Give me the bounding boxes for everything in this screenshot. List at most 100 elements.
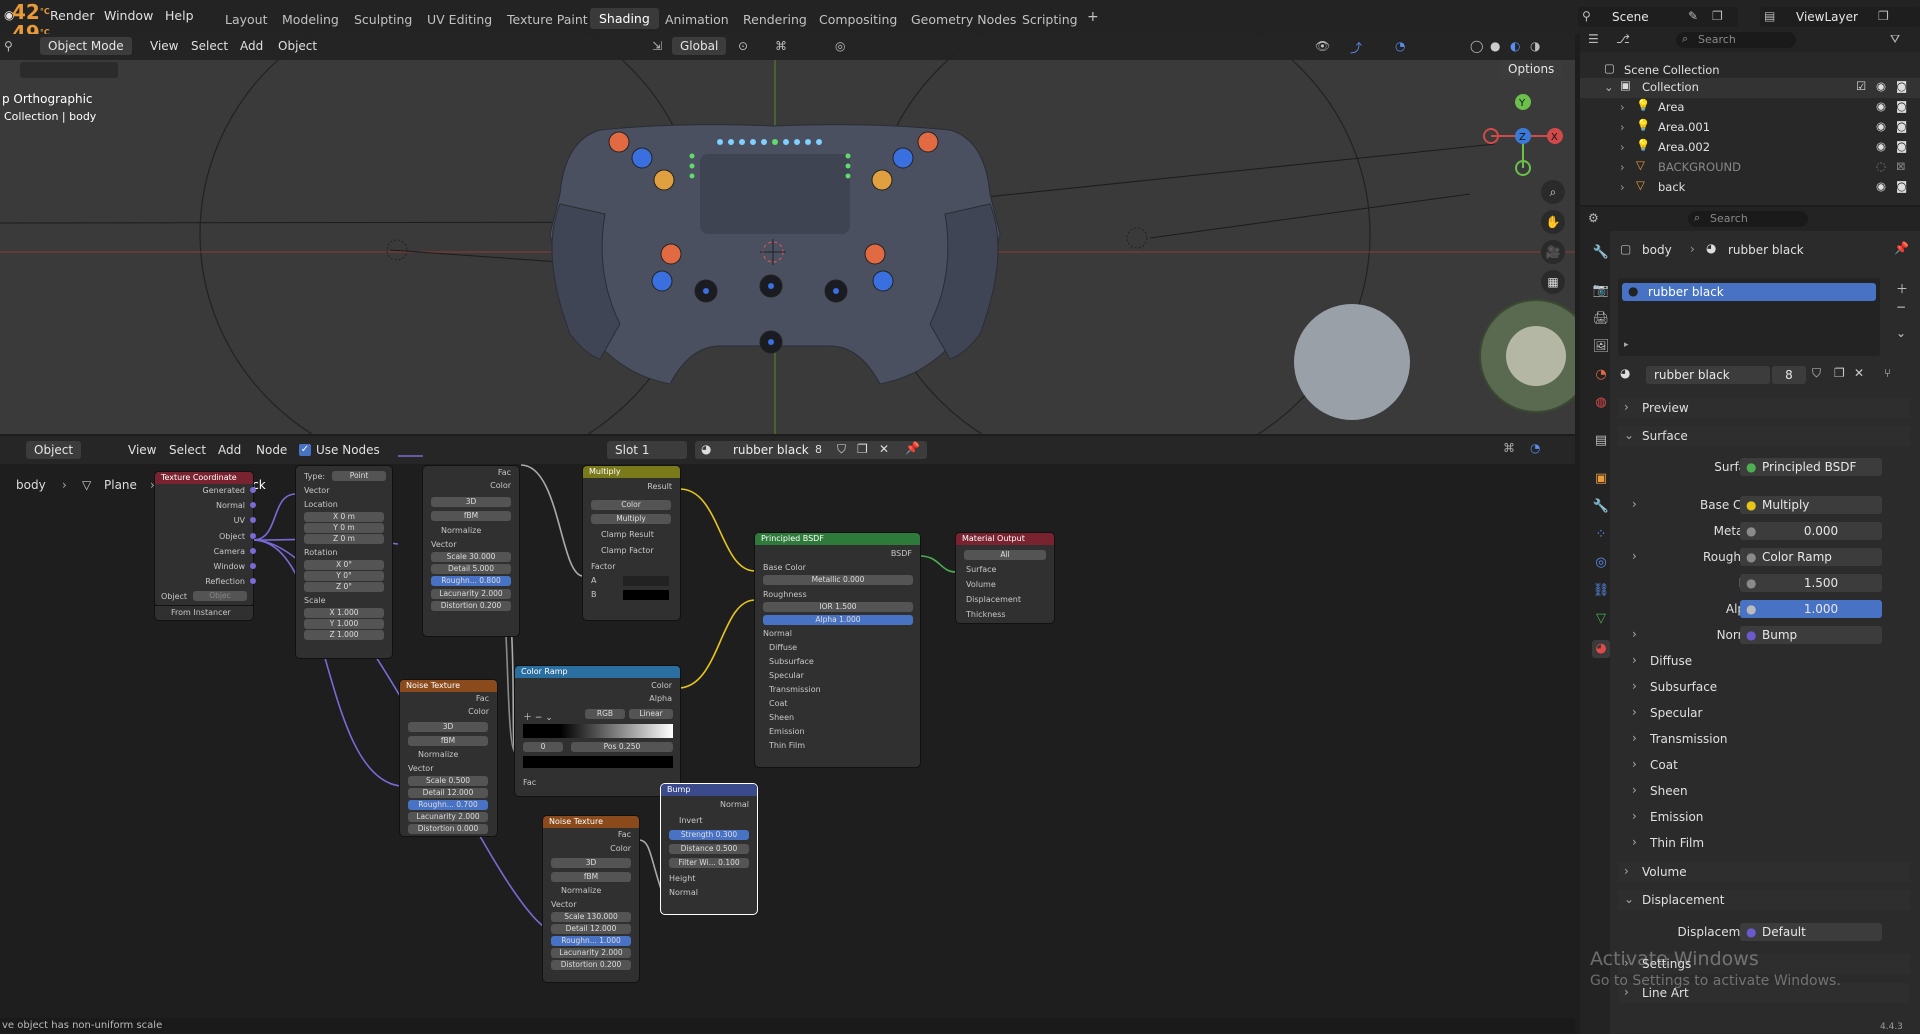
expand-icon[interactable]: › [1620,160,1625,174]
transform-orientation-dropdown[interactable]: Global [672,37,727,55]
noise1-detail[interactable]: Detail 5.000 [431,564,511,574]
expand-arrow-icon[interactable]: › [1632,653,1637,667]
preview-panel-header[interactable]: › Preview [1618,398,1910,418]
mapping-loc-z[interactable]: Z 0 m [304,534,384,544]
row-basecolor-value[interactable]: ● Multiply [1740,496,1882,514]
expand-arrow-icon[interactable]: › [1632,835,1637,849]
vp-menu-object[interactable]: Object [278,39,317,53]
noise2-dimension[interactable]: 3D [408,722,488,732]
from-instancer-label[interactable]: From Instancer [171,608,231,617]
overlay-icon[interactable]: ◔ [1395,39,1405,53]
eye-icon[interactable]: ◉ [1876,119,1886,133]
color-ramp-node[interactable]: Color Ramp Color Alpha ＋ − ⌄ RGB Linear … [515,666,680,796]
output-target[interactable]: All [964,550,1046,560]
bsdf-panel-subsurface[interactable]: Subsurface [769,657,814,666]
properties-editor-icon[interactable]: ⚙ [1588,211,1599,225]
material-output-node[interactable]: Material Output All Surface Volume Displ… [956,533,1054,623]
noise2-header[interactable]: Noise Texture [400,680,497,692]
outliner-item-back[interactable]: › ▽ back ◉ ◙ [1580,178,1920,198]
noise2-distortion[interactable]: Distortion 0.000 [408,824,488,834]
snap-icon[interactable]: ⌘ [775,39,787,53]
display-mode-icon[interactable]: ⎇ [1616,32,1630,46]
world-tab-icon[interactable]: ◍ [1592,394,1610,412]
noise2-lacunarity[interactable]: Lacunarity 2.000 [408,812,488,822]
unlink-icon[interactable]: ✕ [1854,366,1864,380]
tab-geometry-nodes[interactable]: Geometry Nodes [911,12,1016,27]
menu-window[interactable]: Window [104,8,153,23]
properties-search[interactable]: ⌕ Search [1688,211,1808,227]
tab-sculpting[interactable]: Sculpting [354,12,412,27]
outliner-item-area001[interactable]: › 💡 Area.001 ◉ ◙ [1580,118,1920,138]
principled-bsdf-node[interactable]: Principled BSDF BSDF Base Color Metallic… [755,533,920,767]
socket[interactable] [250,502,256,508]
mapping-rot-x[interactable]: X 0° [304,560,384,570]
bump-distance[interactable]: Distance 0.500 [669,844,749,854]
camera-icon[interactable]: ◙ [1896,99,1907,113]
vp-menu-view[interactable]: View [150,39,178,53]
noise1-normalize[interactable]: Normalize [441,526,481,535]
socket[interactable] [250,533,256,539]
bsdf-metallic[interactable]: Metallic 0.000 [763,575,913,585]
editor-type-icon[interactable]: ⚲ [4,39,13,53]
modifier-tab-icon[interactable]: 🔧 [1592,498,1610,516]
noise3-detail[interactable]: Detail 12.000 [551,924,631,934]
eye-icon[interactable]: ◉ [1876,79,1886,93]
subpanel-emission[interactable]: Emission [1650,810,1703,824]
shading-wire-icon[interactable]: ◯ [1470,39,1483,53]
expand-icon[interactable]: › [1620,140,1625,154]
constraints-tab-icon[interactable]: ⛓ [1592,582,1610,600]
subpanel-transmission[interactable]: Transmission [1650,732,1728,746]
viewlayer-selector[interactable]: ▤ ViewLayer ❐ [1760,7,1920,27]
noise3-normalize[interactable]: Normalize [561,886,601,895]
bump-node[interactable]: Bump Normal Invert Strength 0.300 Distan… [661,784,757,914]
menu-render[interactable]: Render [50,8,95,23]
noise2-roughness[interactable]: Roughn... 0.700 [408,800,488,810]
subpanel-subsurface[interactable]: Subsurface [1650,680,1717,694]
expand-icon[interactable]: › [1620,180,1625,194]
noise1-distortion[interactable]: Distortion 0.200 [431,601,511,611]
displacement-panel-header[interactable]: ⌄ Displacement [1618,890,1910,910]
bump-invert[interactable]: Invert [679,816,703,825]
noise3-lacunarity[interactable]: Lacunarity 2.000 [551,948,631,958]
row-normal-value[interactable]: ● Bump [1740,626,1882,644]
filter-icon[interactable]: ⛛ [1890,32,1900,47]
tab-rendering[interactable]: Rendering [743,12,807,27]
row-alpha-value[interactable]: ● 1.000 [1740,600,1882,618]
eye-closed-icon[interactable]: ◌ [1876,159,1886,173]
outliner-item-area[interactable]: › 💡 Area ◉ ◙ [1580,98,1920,118]
multiply-b-color[interactable] [623,590,669,600]
subpanel-diffuse[interactable]: Diffuse [1650,654,1692,668]
socket[interactable] [250,487,256,493]
noise3-distortion[interactable]: Distortion 0.200 [551,960,631,970]
3d-viewport[interactable]: Y X Z ⚲ Object Mode View Select Add Obje… [0,34,1575,434]
camera-view-icon[interactable]: 🎥 [1541,240,1565,264]
vp-menu-select[interactable]: Select [191,39,228,53]
mapping-scale-x[interactable]: X 1.000 [304,608,384,618]
ramp-stop-color[interactable] [523,756,673,768]
bump-header[interactable]: Bump [661,784,757,796]
socket[interactable] [250,548,256,554]
bsdf-header[interactable]: Principled BSDF [755,533,920,545]
noise2-scale[interactable]: Scale 0.500 [408,776,488,786]
options-button[interactable]: Options [1500,60,1563,78]
shading-solid-icon[interactable]: ● [1490,39,1500,53]
fake-user-icon[interactable]: ⛉ [1812,366,1821,381]
mapping-scale-y[interactable]: Y 1.000 [304,619,384,629]
tab-layout[interactable]: Layout [225,12,268,27]
eye-icon[interactable]: ◉ [1876,179,1886,193]
expand-icon[interactable]: ⌄ [1604,80,1614,94]
tool-tab-icon[interactable]: 🔧 [1592,244,1610,262]
duplicate-icon[interactable]: ❐ [1834,366,1845,380]
menu-help[interactable]: Help [165,8,194,23]
add-workspace-button[interactable]: + [1087,9,1099,25]
bsdf-ior[interactable]: IOR 1.500 [763,602,913,612]
view-layer-tab-icon[interactable]: 🖼 [1592,338,1610,356]
pivot-icon[interactable]: ⊙ [738,39,748,53]
scene-selector[interactable]: ⚲ Scene ✎ ❐ [1578,7,1738,27]
noise1-dimension[interactable]: 3D [431,497,511,507]
tab-uv-editing[interactable]: UV Editing [427,12,492,27]
shader-node-editor[interactable]: Object View Select Add Node ✓ Use Nodes … [0,436,1575,1034]
pan-hand-icon[interactable]: ✋ [1541,210,1565,234]
noise3-roughness[interactable]: Roughn... 1.000 [551,936,631,946]
noise2-detail[interactable]: Detail 12.000 [408,788,488,798]
